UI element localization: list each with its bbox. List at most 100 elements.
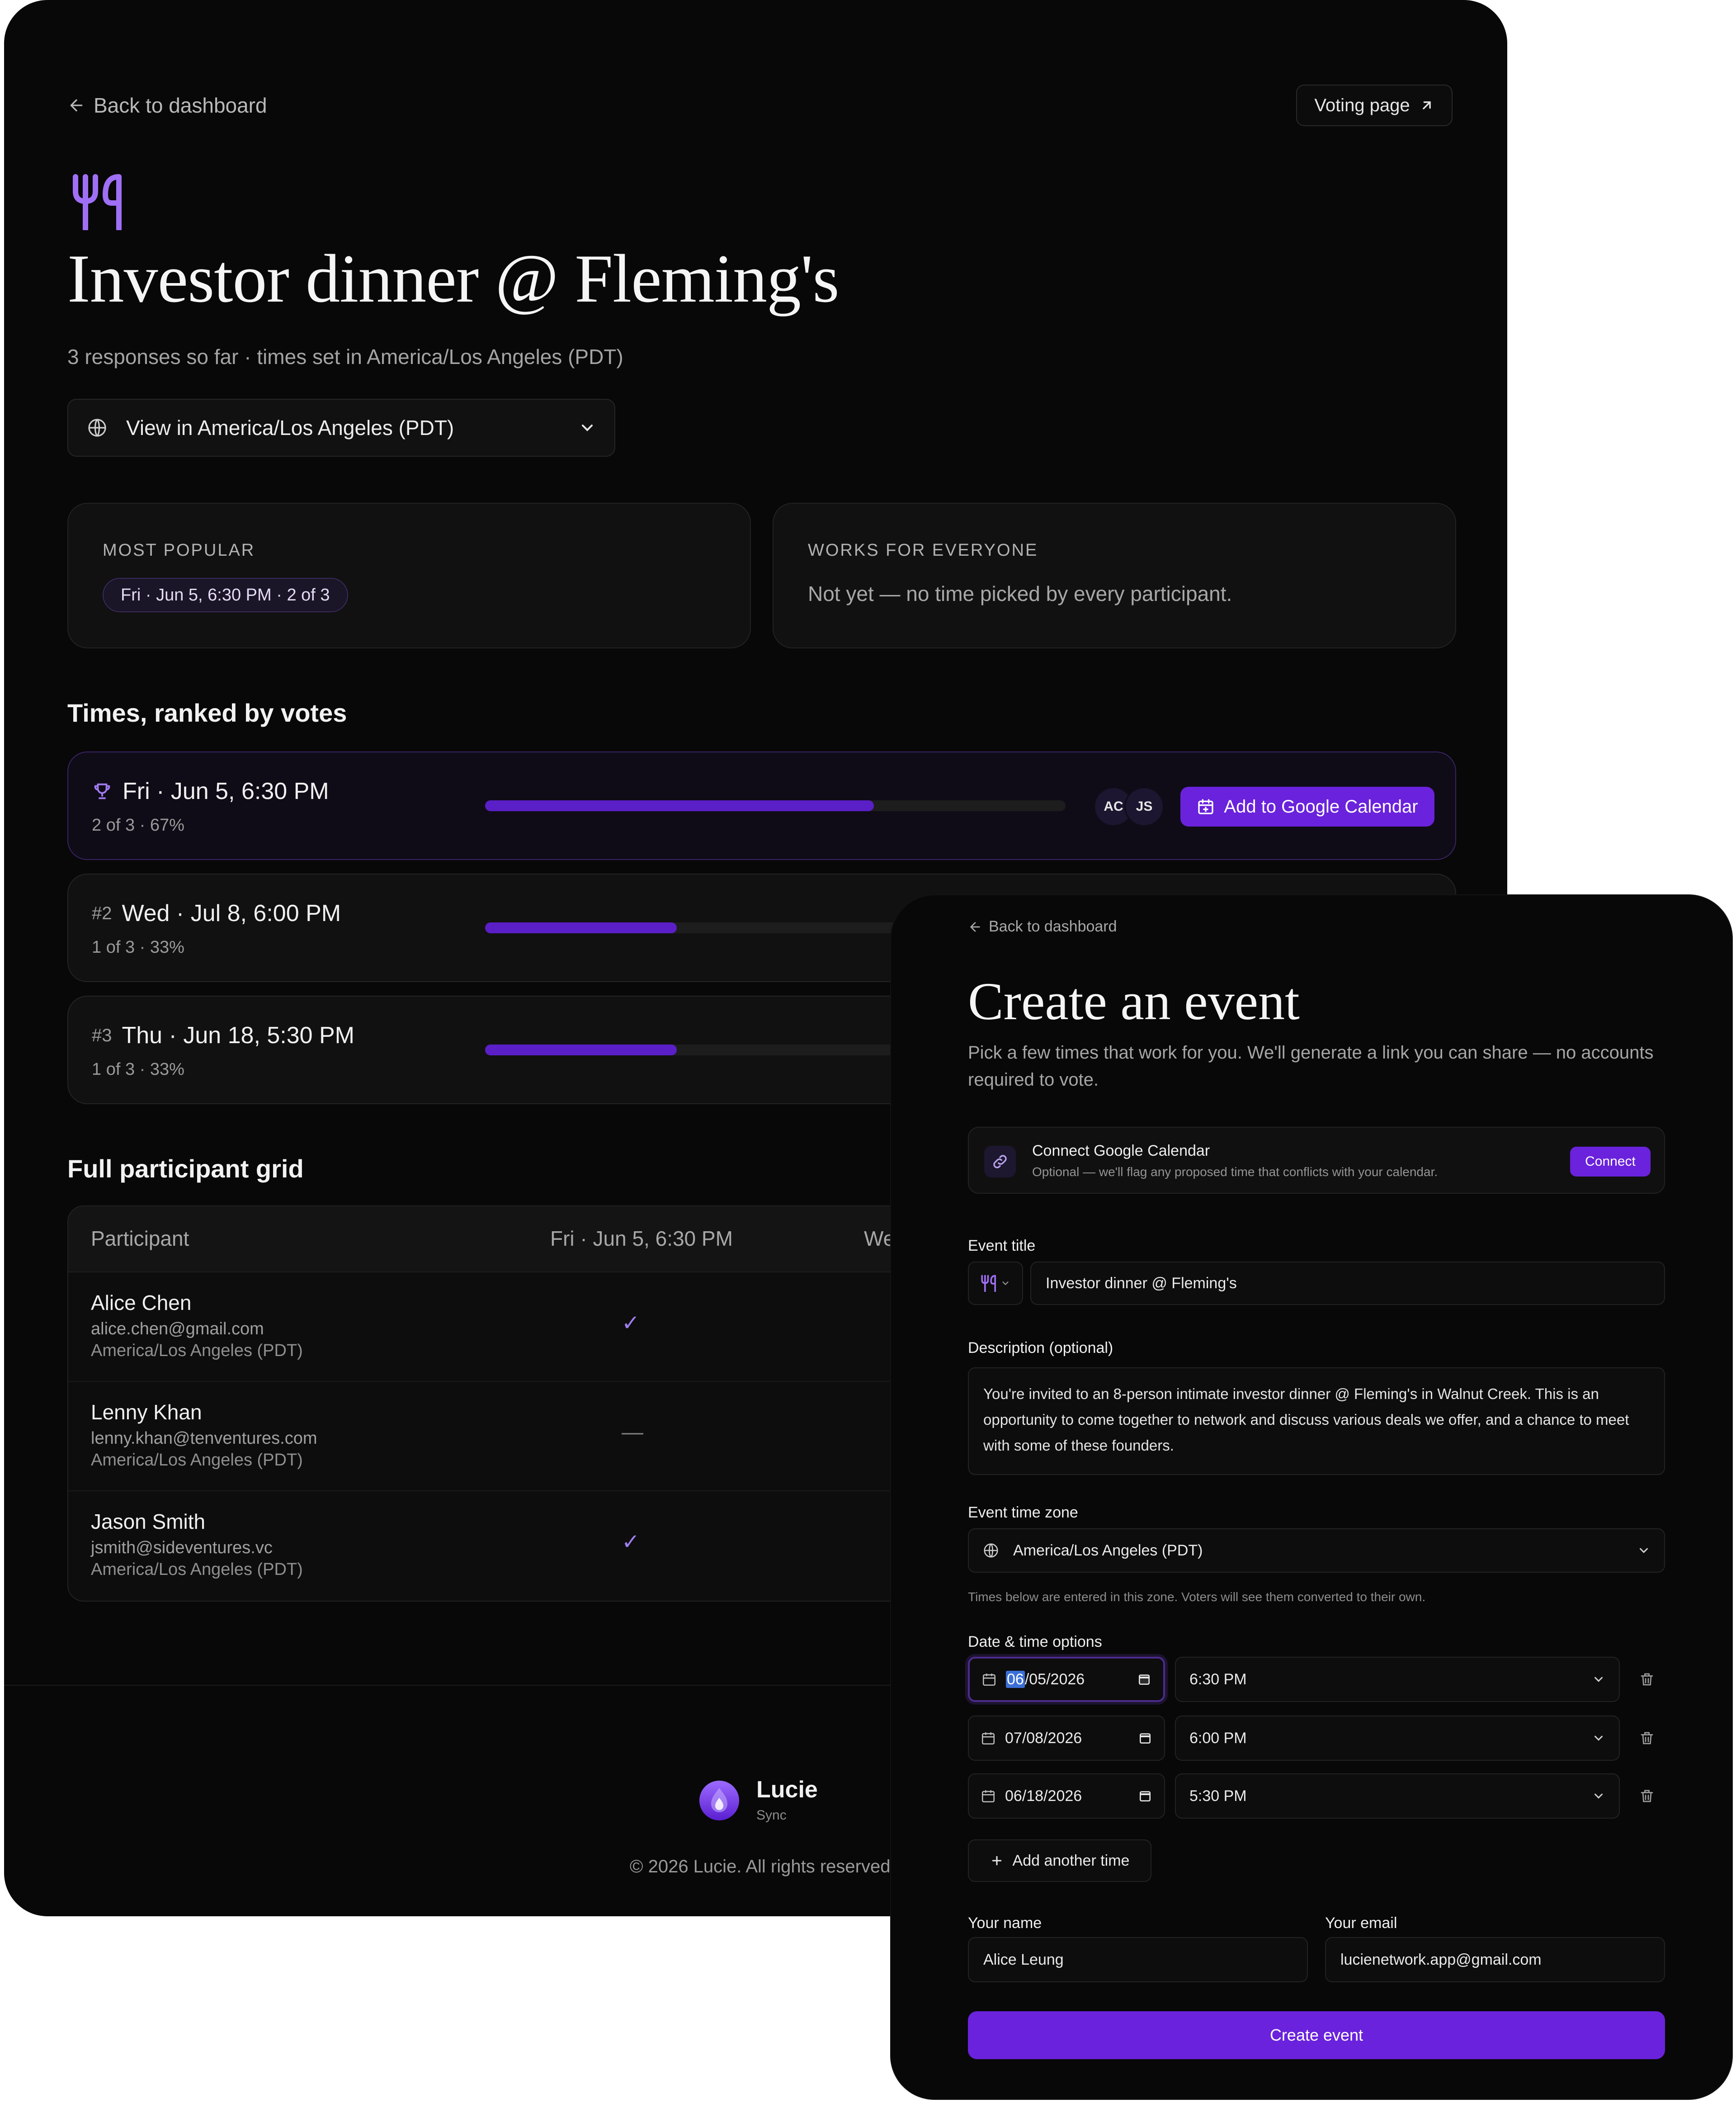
trash-icon[interactable]	[1639, 1671, 1655, 1687]
most-popular-chip: Fri · Jun 5, 6:30 PM · 2 of 3	[103, 578, 348, 612]
avatar: JS	[1124, 787, 1164, 827]
timezone-label: Event time zone	[968, 1504, 1078, 1521]
ranked-time: Thu · Jun 18, 5:30 PM	[122, 1022, 355, 1049]
back-label: Back to dashboard	[94, 94, 267, 117]
check-icon: ✓	[622, 1530, 640, 1554]
time-select[interactable]: 6:30 PM	[1175, 1657, 1620, 1702]
rank-number: #3	[92, 1025, 112, 1045]
time-select[interactable]: 6:00 PM	[1175, 1716, 1620, 1761]
participant-email: alice.chen@gmail.com	[91, 1319, 264, 1338]
connect-calendar-card: Connect Google Calendar Optional — we'll…	[968, 1127, 1665, 1194]
ranked-time: Wed · Jul 8, 6:00 PM	[122, 900, 341, 926]
most-popular-card: MOST POPULAR Fri · Jun 5, 6:30 PM · 2 of…	[67, 503, 751, 648]
name-value: Alice Leung	[983, 1951, 1064, 1968]
link-icon	[984, 1146, 1016, 1177]
timezone-view-select[interactable]: View in America/Los Angeles (PDT)	[67, 399, 615, 457]
timezone-view-label: View in America/Los Angeles (PDT)	[126, 416, 454, 440]
timezone-hint: Times below are entered in this zone. Vo…	[968, 1590, 1426, 1604]
calendar-plus-icon	[1198, 799, 1214, 814]
vote-bar-fill	[485, 800, 874, 811]
add-to-google-calendar-label: Add to Google Calendar	[1224, 796, 1418, 817]
vote-bar-fill	[485, 922, 677, 933]
time-select[interactable]: 5:30 PM	[1175, 1773, 1620, 1819]
brand-name: Lucie	[756, 1777, 818, 1803]
event-title-input[interactable]: Investor dinner @ Fleming's	[1030, 1262, 1665, 1305]
voting-page-button[interactable]: Voting page	[1296, 85, 1453, 126]
back-to-dashboard-link[interactable]: Back to dashboard	[67, 93, 267, 118]
ranked-heading: Times, ranked by votes	[67, 699, 347, 727]
calendar-icon	[981, 1732, 995, 1745]
connect-title: Connect Google Calendar	[1032, 1142, 1210, 1159]
participant-name: Alice Chen	[91, 1291, 192, 1314]
participant-email: jsmith@sideventures.vc	[91, 1538, 273, 1557]
timezone-value: America/Los Angeles (PDT)	[1013, 1541, 1203, 1559]
add-another-time-button[interactable]: Add another time	[968, 1839, 1151, 1882]
column-header: Fri · Jun 5, 6:30 PM	[550, 1227, 733, 1250]
date-input[interactable]: 06/05/2026	[968, 1657, 1165, 1702]
name-label: Your name	[968, 1914, 1042, 1932]
time-value: 5:30 PM	[1189, 1787, 1247, 1805]
arrow-up-right-icon	[1422, 101, 1431, 109]
connect-button[interactable]: Connect	[1570, 1147, 1651, 1177]
works-for-everyone-caption: WORKS FOR EVERYONE	[808, 541, 1038, 560]
chevron-down-icon	[1594, 1793, 1603, 1799]
add-to-google-calendar-button[interactable]: Add to Google Calendar	[1180, 787, 1434, 827]
time-value: 6:30 PM	[1189, 1670, 1247, 1688]
chevron-down-icon	[1594, 1677, 1603, 1682]
calendar-picker-icon[interactable]	[1138, 1731, 1152, 1745]
participant-timezone: America/Los Angeles (PDT)	[91, 1560, 303, 1579]
rank-number: #2	[92, 903, 112, 923]
calendar-picker-icon[interactable]	[1138, 1789, 1152, 1803]
time-value: 6:00 PM	[1189, 1729, 1247, 1747]
date-selected-segment: 06	[1006, 1670, 1025, 1688]
fork-knife-icon	[71, 173, 124, 230]
event-title-label: Event title	[968, 1237, 1036, 1254]
page-title: Create an event	[968, 972, 1300, 1031]
voting-page-label: Voting page	[1314, 95, 1410, 115]
dash-icon: —	[622, 1420, 643, 1444]
options-label: Date & time options	[968, 1633, 1102, 1650]
date-rest: /05/2026	[1024, 1670, 1085, 1688]
trash-icon[interactable]	[1639, 1730, 1655, 1746]
trash-icon[interactable]	[1639, 1788, 1655, 1804]
ranked-time: Fri · Jun 5, 6:30 PM	[123, 778, 329, 804]
create-event-panel: Back to dashboard Create an event Pick a…	[891, 895, 1732, 2099]
check-icon: ✓	[622, 1311, 640, 1335]
calendar-picker-icon[interactable]	[1137, 1672, 1151, 1687]
chevron-down-icon	[1002, 1281, 1009, 1286]
globe-icon	[88, 419, 106, 437]
back-to-dashboard-link[interactable]: Back to dashboard	[968, 918, 1117, 936]
description-textarea[interactable]: You're invited to an 8-person intimate i…	[968, 1367, 1665, 1475]
timezone-select[interactable]: America/Los Angeles (PDT)	[968, 1528, 1665, 1573]
plus-icon	[992, 1856, 1001, 1866]
email-input[interactable]: lucienetwork.app@gmail.com	[1325, 1937, 1665, 1982]
vote-bar-fill	[485, 1045, 677, 1055]
create-event-button[interactable]: Create event	[968, 2011, 1665, 2059]
date-value: 06/18/2026	[1005, 1787, 1082, 1805]
trophy-icon	[94, 783, 110, 799]
event-title: Investor dinner @ Fleming's	[67, 241, 840, 317]
name-input[interactable]: Alice Leung	[968, 1937, 1308, 1982]
calendar-icon	[981, 1790, 995, 1803]
chevron-down-icon	[582, 425, 593, 431]
participant-email: lenny.khan@tenventures.com	[91, 1429, 317, 1448]
date-input[interactable]: 07/08/2026	[968, 1716, 1165, 1761]
participant-timezone: America/Los Angeles (PDT)	[91, 1451, 303, 1470]
works-for-everyone-card: WORKS FOR EVERYONE Not yet — no time pic…	[773, 503, 1456, 648]
add-another-time-label: Add another time	[1012, 1852, 1130, 1869]
ranked-time-row: Fri · Jun 5, 6:30 PM 2 of 3 · 67% AC JS …	[67, 752, 1456, 860]
brand-logo[interactable]: Lucie Sync	[698, 1778, 818, 1823]
column-header: Participant	[91, 1227, 189, 1250]
event-title-value: Investor dinner @ Fleming's	[1046, 1274, 1237, 1292]
chevron-down-icon	[1594, 1735, 1603, 1741]
ranked-meta: 1 of 3 · 33%	[92, 1060, 184, 1079]
participant-name: Jason Smith	[91, 1510, 206, 1533]
event-emoji-picker[interactable]	[968, 1262, 1023, 1305]
flame-logo-icon	[699, 1781, 739, 1820]
date-input[interactable]: 06/18/2026	[968, 1773, 1165, 1819]
email-value: lucienetwork.app@gmail.com	[1340, 1951, 1542, 1968]
ranked-meta: 1 of 3 · 33%	[92, 938, 184, 957]
globe-icon	[984, 1543, 998, 1558]
participant-name: Lenny Khan	[91, 1400, 202, 1424]
page-subtitle: Pick a few times that work for you. We'l…	[968, 1043, 1654, 1090]
